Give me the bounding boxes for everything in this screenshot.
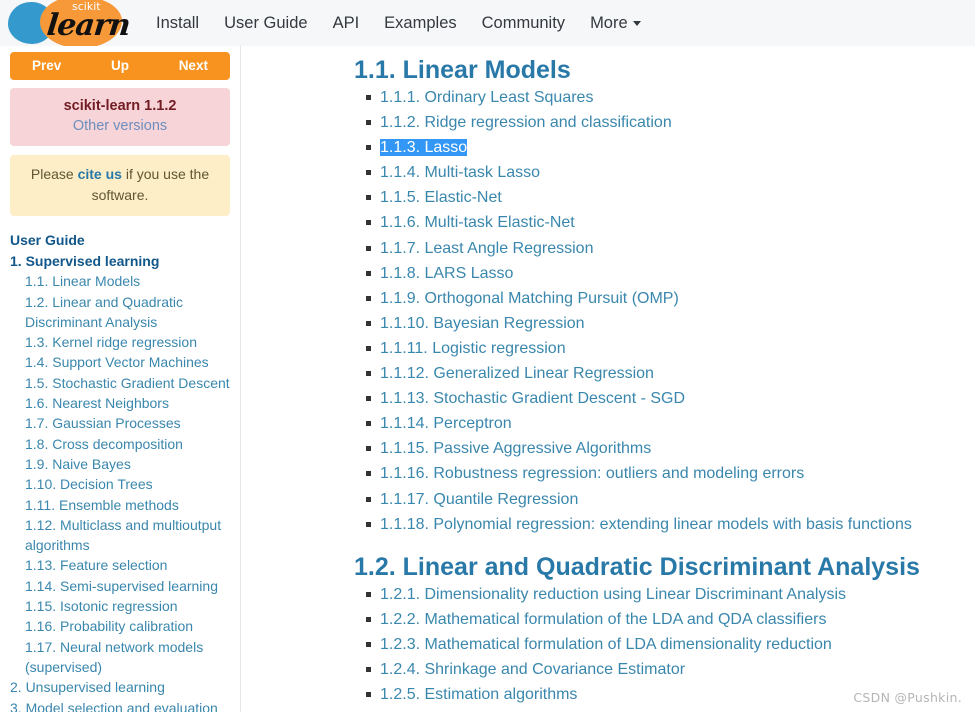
toc-caption: User Guide (10, 232, 85, 248)
cite-us-link[interactable]: cite us (78, 166, 122, 182)
nav-item-more[interactable]: More (590, 14, 641, 33)
sidebar-item-unsupervised-learning[interactable]: 2. Unsupervised learning (10, 677, 234, 697)
sidebar-item-linear-models[interactable]: 1.1. Linear Models (10, 271, 234, 291)
nav-item-more-label: More (590, 13, 628, 32)
toc-link-multi-task-elastic-net[interactable]: 1.1.6. Multi-task Elastic-Net (380, 214, 575, 231)
sidebar-item-nearest-neighbors[interactable]: 1.6. Nearest Neighbors (10, 393, 234, 413)
version-box: scikit-learn 1.1.2 Other versions (10, 88, 230, 146)
list-item: 1.1.11. Logistic regression (366, 336, 975, 361)
list-item: 1.1.6. Multi-task Elastic-Net (366, 210, 975, 235)
sidebar-item-model-selection-evaluation[interactable]: 3. Model selection and evaluation (10, 698, 234, 712)
cite-box: Please cite us if you use the software. (10, 155, 230, 216)
toc-link-quantile-regression[interactable]: 1.1.17. Quantile Regression (380, 491, 578, 508)
csdn-watermark: CSDN @Pushkin. (853, 690, 962, 705)
list-item: 1.1.2. Ridge regression and classificati… (366, 110, 975, 135)
nav-links: Install User Guide API Examples Communit… (156, 14, 641, 33)
page-root: scikit learn Install User Guide API Exam… (0, 0, 975, 712)
logo-learn-text: learn (45, 8, 132, 43)
sidebar-item-decision-trees[interactable]: 1.10. Decision Trees (10, 474, 234, 494)
toc-link-estimation-algorithms[interactable]: 1.2.5. Estimation algorithms (380, 686, 577, 703)
toc-link-ordinary-least-squares[interactable]: 1.1.1. Ordinary Least Squares (380, 89, 593, 106)
sidebar-item-lda-qda[interactable]: 1.2. Linear and Quadratic Discriminant A… (10, 292, 234, 333)
sidebar-item-ensemble-methods[interactable]: 1.11. Ensemble methods (10, 495, 234, 515)
nav-item-install[interactable]: Install (156, 14, 199, 33)
toc-link-stochastic-gradient-descent[interactable]: 1.1.13. Stochastic Gradient Descent - SG… (380, 390, 685, 407)
up-button[interactable]: Up (83, 52, 156, 80)
main-content: 1.1. Linear Models 1.1.1. Ordinary Least… (242, 46, 975, 712)
toc-link-multi-task-lasso[interactable]: 1.1.4. Multi-task Lasso (380, 164, 540, 181)
toc-link-generalized-linear-regression[interactable]: 1.1.12. Generalized Linear Regression (380, 365, 654, 382)
toc-link-robustness-regression[interactable]: 1.1.16. Robustness regression: outliers … (380, 465, 804, 482)
sidebar-item-support-vector-machines[interactable]: 1.4. Support Vector Machines (10, 352, 234, 372)
toc-link-lasso[interactable]: 1.1.3. Lasso (380, 139, 468, 157)
chevron-down-icon (632, 20, 641, 26)
next-button[interactable]: Next (157, 52, 230, 80)
relbar-buttons: Prev Up Next (10, 52, 230, 80)
list-item: 1.1.13. Stochastic Gradient Descent - SG… (366, 386, 975, 411)
nav-item-api[interactable]: API (333, 14, 360, 33)
toc-link-math-formulation-lda-dim-reduction[interactable]: 1.2.3. Mathematical formulation of LDA d… (380, 636, 832, 653)
toc-link-bayesian-regression[interactable]: 1.1.10. Bayesian Regression (380, 315, 585, 332)
nav-item-community[interactable]: Community (482, 14, 565, 33)
other-versions-link[interactable]: Other versions (16, 116, 224, 137)
sidebar-item-feature-selection[interactable]: 1.13. Feature selection (10, 555, 234, 575)
sidebar-item-stochastic-gradient-descent[interactable]: 1.5. Stochastic Gradient Descent (10, 373, 234, 393)
list-item: 1.1.8. LARS Lasso (366, 261, 975, 286)
list-item: 1.1.5. Elastic-Net (366, 185, 975, 210)
toc-list-linear-models: 1.1.1. Ordinary Least Squares 1.1.2. Rid… (242, 85, 975, 537)
sidebar-item-probability-calibration[interactable]: 1.16. Probability calibration (10, 616, 234, 636)
toc-link-lars-lasso[interactable]: 1.1.8. LARS Lasso (380, 265, 513, 282)
list-item: 1.1.3. Lasso (366, 135, 975, 160)
sidebar-item-supervised-learning[interactable]: 1. Supervised learning (10, 251, 234, 271)
list-item: 1.1.1. Ordinary Least Squares (366, 85, 975, 110)
list-item: 1.2.2. Mathematical formulation of the L… (366, 607, 975, 632)
list-item: 1.1.14. Perceptron (366, 411, 975, 436)
list-item: 1.1.4. Multi-task Lasso (366, 160, 975, 185)
toc-link-perceptron[interactable]: 1.1.14. Perceptron (380, 415, 512, 432)
list-item: 1.1.7. Least Angle Regression (366, 236, 975, 261)
sidebar-item-neural-network-models[interactable]: 1.17. Neural network models (supervised) (10, 637, 234, 678)
toc-link-passive-aggressive-algorithms[interactable]: 1.1.15. Passive Aggressive Algorithms (380, 440, 651, 457)
list-item: 1.1.18. Polynomial regression: extending… (366, 512, 975, 537)
sidebar-item-isotonic-regression[interactable]: 1.15. Isotonic regression (10, 596, 234, 616)
toc-link-shrinkage-covariance-estimator[interactable]: 1.2.4. Shrinkage and Covariance Estimato… (380, 661, 685, 678)
top-navbar: scikit learn Install User Guide API Exam… (0, 0, 975, 48)
nav-item-examples[interactable]: Examples (384, 14, 456, 33)
list-item: 1.1.9. Orthogonal Matching Pursuit (OMP) (366, 286, 975, 311)
prev-button[interactable]: Prev (10, 52, 83, 80)
toc-link-least-angle-regression[interactable]: 1.1.7. Least Angle Regression (380, 240, 593, 257)
sidebar: Prev Up Next scikit-learn 1.1.2 Other ve… (0, 46, 241, 712)
nav-item-user-guide[interactable]: User Guide (224, 14, 307, 33)
toc-link-orthogonal-matching-pursuit[interactable]: 1.1.9. Orthogonal Matching Pursuit (OMP) (380, 290, 679, 307)
cite-text-before: Please (30, 166, 78, 182)
toc-list-lda-qda: 1.2.1. Dimensionality reduction using Li… (242, 582, 975, 707)
toc-link-math-formulation-lda-qda[interactable]: 1.2.2. Mathematical formulation of the L… (380, 611, 826, 628)
toc-link-dimensionality-reduction-lda[interactable]: 1.2.1. Dimensionality reduction using Li… (380, 586, 846, 603)
list-item: 1.1.15. Passive Aggressive Algorithms (366, 436, 975, 461)
list-item: 1.2.3. Mathematical formulation of LDA d… (366, 632, 975, 657)
toc-link-polynomial-regression[interactable]: 1.1.18. Polynomial regression: extending… (380, 516, 912, 533)
list-item: 1.2.1. Dimensionality reduction using Li… (366, 582, 975, 607)
list-item: 1.1.16. Robustness regression: outliers … (366, 461, 975, 486)
toc-link-elastic-net[interactable]: 1.1.5. Elastic-Net (380, 189, 502, 206)
sidebar-item-kernel-ridge-regression[interactable]: 1.3. Kernel ridge regression (10, 332, 234, 352)
list-item: 1.2.4. Shrinkage and Covariance Estimato… (366, 657, 975, 682)
toc-link-ridge-regression[interactable]: 1.1.2. Ridge regression and classificati… (380, 114, 672, 131)
list-item: 1.1.12. Generalized Linear Regression (366, 361, 975, 386)
sidebar-item-multiclass-multioutput[interactable]: 1.12. Multiclass and multioutput algorit… (10, 515, 234, 556)
section-heading-linear-models: 1.1. Linear Models (354, 56, 571, 84)
sidebar-item-semi-supervised-learning[interactable]: 1.14. Semi-supervised learning (10, 576, 234, 596)
list-item: 1.1.17. Quantile Regression (366, 487, 975, 512)
list-item: 1.1.10. Bayesian Regression (366, 311, 975, 336)
scikit-learn-logo[interactable]: scikit learn (0, 0, 146, 48)
sidebar-item-cross-decomposition[interactable]: 1.8. Cross decomposition (10, 434, 234, 454)
version-title: scikit-learn 1.1.2 (63, 98, 177, 114)
sidebar-item-gaussian-processes[interactable]: 1.7. Gaussian Processes (10, 413, 234, 433)
sidebar-toc: User Guide 1. Supervised learning 1.1. L… (0, 230, 240, 712)
toc-link-logistic-regression[interactable]: 1.1.11. Logistic regression (380, 340, 566, 357)
sidebar-item-naive-bayes[interactable]: 1.9. Naive Bayes (10, 454, 234, 474)
section-heading-lda-qda: 1.2. Linear and Quadratic Discriminant A… (354, 552, 920, 581)
